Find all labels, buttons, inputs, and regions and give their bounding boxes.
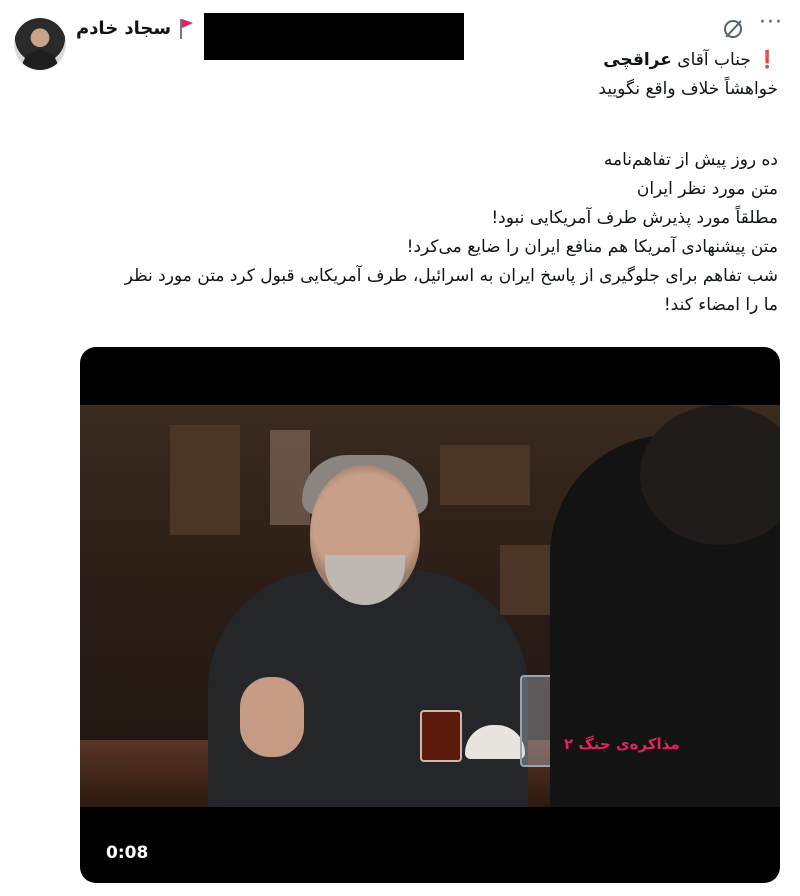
video-frame: مذاکره‌ی جنگ ۲ bbox=[80, 405, 780, 807]
tweet-headline: ❗جناب آقای عراقچی خواهشاً خلاف واقع نگوی… bbox=[58, 46, 778, 104]
body-line: ما را امضاء کند! bbox=[663, 295, 778, 315]
flag-icon bbox=[180, 19, 193, 39]
headline-line-1: ❗جناب آقای عراقچی bbox=[58, 46, 778, 75]
video-duration: 0:08 bbox=[106, 843, 149, 863]
body-line: مطلقاً مورد پذیرش طرف آمریکایی نبود! bbox=[491, 208, 778, 228]
more-options-icon[interactable]: ··· bbox=[756, 12, 786, 36]
body-line: متن مورد نظر ایران bbox=[636, 179, 778, 199]
tea-glass bbox=[420, 710, 462, 762]
headline-prefix: جناب آقای bbox=[677, 50, 751, 70]
background-shelf bbox=[170, 425, 240, 535]
author-name[interactable]: سجاد خادم bbox=[76, 18, 171, 39]
exclamation-icon: ❗ bbox=[756, 50, 778, 70]
headline-name: عراقچی bbox=[603, 50, 672, 70]
body-line: متن پیشنهادی آمریکا هم منافع ایران را ضا… bbox=[406, 237, 778, 257]
speaker-hand bbox=[240, 677, 304, 757]
background-shelf bbox=[440, 445, 530, 505]
body-line: شب تفاهم برای جلوگیری از پاسخ ایران به ا… bbox=[124, 266, 778, 286]
body-line: ده روز پیش از تفاهم‌نامه bbox=[603, 150, 778, 170]
video-caption: مذاکره‌ی جنگ ۲ bbox=[564, 735, 680, 753]
video-player[interactable]: مذاکره‌ی جنگ ۲ 0:08 bbox=[80, 347, 780, 883]
tweet-body: ده روز پیش از تفاهم‌نامه متن مورد نظر ای… bbox=[58, 146, 778, 320]
background-frame bbox=[270, 430, 310, 525]
headline-line-2: خواهشاً خلاف واقع نگویید bbox=[598, 79, 778, 99]
grok-icon[interactable] bbox=[722, 18, 744, 40]
